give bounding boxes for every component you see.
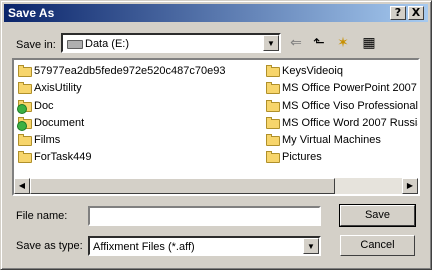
folder-icon [18,82,32,95]
close-button[interactable]: X [408,6,424,20]
folder-icon [18,151,32,164]
list-item[interactable]: MS Office Viso Professional 2 [265,98,418,115]
back-button[interactable]: ⇐ [286,33,306,53]
shared-folder-icon [17,116,32,131]
list-item[interactable]: Pictures [265,149,418,166]
list-item[interactable]: 57977ea2db5fede972e520c487c70e93 [17,63,257,80]
cancel-button[interactable]: Cancel [340,235,415,256]
shared-folder-icon [17,99,32,114]
file-column-right: KeysVideoiq MS Office PowerPoint 2007 R … [265,63,418,167]
help-button[interactable]: ? [390,6,406,20]
save-as-type-dropdown[interactable]: Affixment Files (*.aff) ▼ [88,236,321,256]
chevron-down-icon[interactable]: ▼ [263,35,279,51]
folder-icon [266,151,280,164]
save-as-type-value: Affixment Files (*.aff) [93,241,195,253]
file-list[interactable]: 57977ea2db5fede972e520c487c70e93 AxisUti… [12,58,420,196]
chevron-down-icon[interactable]: ▼ [303,238,319,254]
list-item[interactable]: KeysVideoiq [265,63,418,80]
file-name-label: File name: [16,210,68,222]
new-folder-button[interactable]: ✶ [333,33,353,53]
file-name-input[interactable] [88,206,321,226]
drive-icon [67,40,83,49]
save-as-dialog: Save As ? X Save in: Data (E:) ▼ ⇐ ⬑ ✶ ▦… [0,0,432,270]
folder-icon [18,65,32,77]
file-column-left: 57977ea2db5fede972e520c487c70e93 AxisUti… [17,63,257,167]
horizontal-scrollbar[interactable]: ◀ ▶ [14,178,418,194]
save-button[interactable]: Save [339,204,416,227]
list-item[interactable]: Document [17,115,257,132]
scroll-left-icon[interactable]: ◀ [14,178,30,194]
save-in-label: Save in: [16,39,56,51]
folder-icon [266,134,280,147]
dialog-title: Save As [8,6,55,20]
scroll-thumb[interactable] [30,178,335,194]
list-item[interactable]: Films [17,132,257,149]
folder-icon [266,65,280,77]
save-in-value: Data (E:) [85,38,130,50]
save-in-dropdown[interactable]: Data (E:) ▼ [61,33,281,53]
folder-icon [266,116,280,129]
folder-icon [266,99,280,112]
list-item[interactable]: MS Office PowerPoint 2007 R [265,80,418,97]
list-item[interactable]: MS Office Word 2007 Russia [265,115,418,132]
list-item[interactable]: Doc [17,98,257,115]
scroll-right-icon[interactable]: ▶ [402,178,418,194]
views-menu-button[interactable]: ▦ [356,33,382,53]
list-item[interactable]: ForTask449 [17,149,257,166]
list-item[interactable]: My Virtual Machines [265,132,418,149]
list-item[interactable]: AxisUtility [17,80,257,97]
folder-icon [18,134,32,147]
up-folder-button[interactable]: ⬑ [309,33,329,53]
folder-icon [266,82,280,95]
save-as-type-label: Save as type: [16,240,83,252]
title-bar[interactable]: Save As ? X [4,4,428,22]
